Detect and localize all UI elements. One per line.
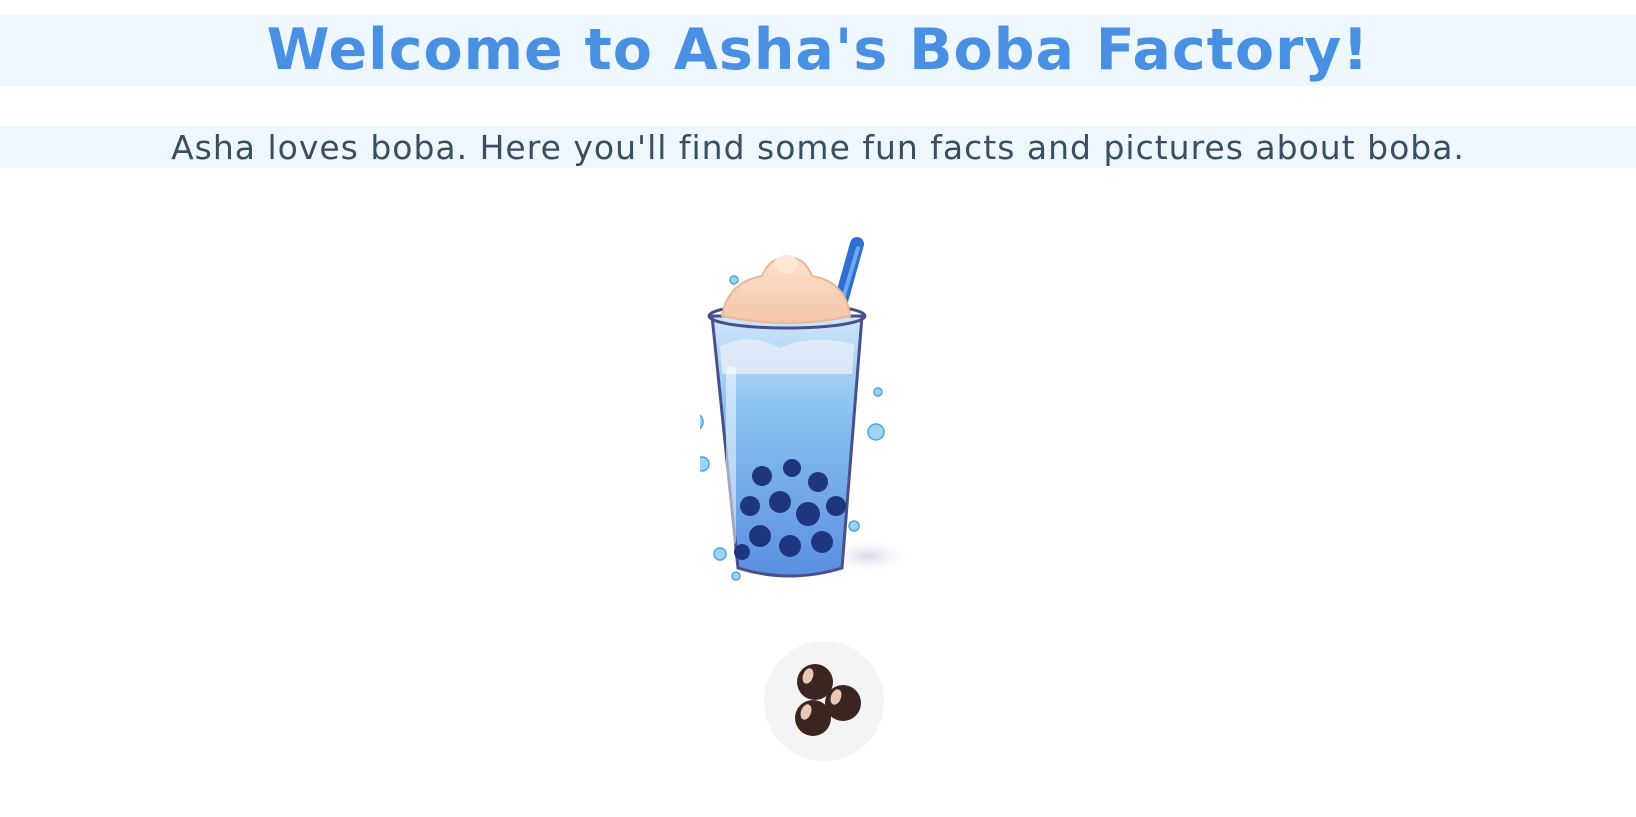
boba-pearls-button[interactable]	[764, 641, 884, 761]
intro-band: Asha loves boba. Here you'll find some f…	[0, 126, 1636, 168]
bubble-tea-cup-icon	[684, 236, 940, 596]
page-title: Welcome to Asha's Boba Factory!	[266, 17, 1370, 83]
page-subtitle: Asha loves boba. Here you'll find some f…	[171, 127, 1465, 167]
boba-pearls-icon	[784, 659, 864, 743]
header-band: Welcome to Asha's Boba Factory!	[0, 15, 1636, 86]
